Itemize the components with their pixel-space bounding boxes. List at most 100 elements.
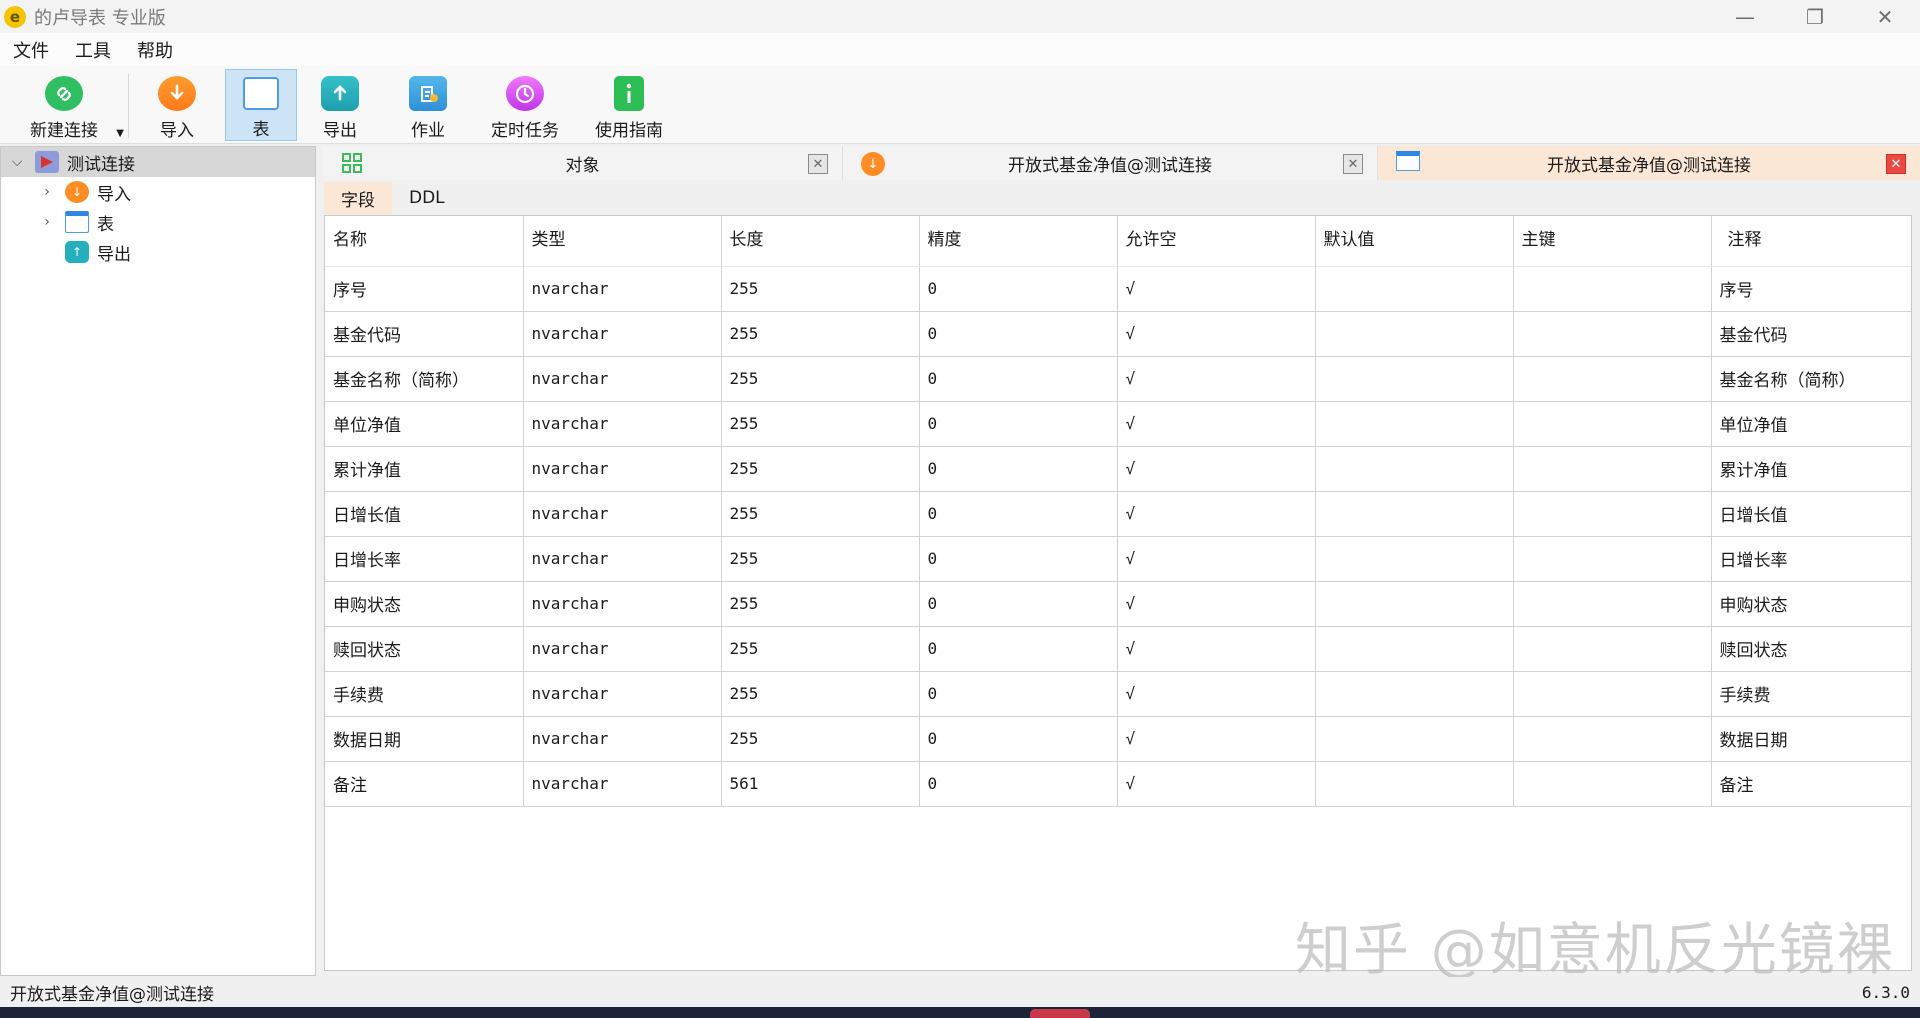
table-row[interactable]: 累计净值 nvarchar 255 0 √ 累计净值 bbox=[325, 446, 1911, 492]
tab-import-fund-nav[interactable]: ↓ 开放式基金净值@测试连接 ✕ bbox=[843, 146, 1378, 180]
cell-length[interactable]: 255 bbox=[721, 356, 920, 402]
user-guide-button[interactable]: 使用指南 bbox=[577, 69, 681, 141]
cell-type[interactable]: nvarchar bbox=[523, 446, 722, 492]
cell-length[interactable]: 255 bbox=[721, 266, 920, 312]
cell-precision[interactable]: 0 bbox=[919, 716, 1118, 762]
cell-precision[interactable]: 0 bbox=[919, 536, 1118, 582]
cell-precision[interactable]: 0 bbox=[919, 311, 1118, 357]
cell-comment[interactable]: 序号 bbox=[1711, 266, 1911, 312]
table-row[interactable]: 基金名称（简称） nvarchar 255 0 √ 基金名称（简称） bbox=[325, 356, 1911, 402]
cell-length[interactable]: 561 bbox=[721, 761, 920, 807]
cell-primary-key[interactable] bbox=[1513, 446, 1712, 492]
cell-nullable[interactable]: √ bbox=[1117, 491, 1316, 537]
cell-name[interactable]: 累计净值 bbox=[325, 446, 524, 492]
scheduled-task-button[interactable]: 定时任务 bbox=[473, 69, 577, 141]
minimize-button[interactable]: — bbox=[1710, 0, 1780, 33]
table-row[interactable]: 单位净值 nvarchar 255 0 √ 单位净值 bbox=[325, 401, 1911, 447]
dropdown-arrow-icon[interactable]: ▼ bbox=[116, 128, 124, 139]
column-header-name[interactable]: 名称 bbox=[325, 216, 524, 267]
cell-type[interactable]: nvarchar bbox=[523, 536, 722, 582]
tree-item-export[interactable]: ↑ 导出 bbox=[1, 237, 315, 267]
cell-length[interactable]: 255 bbox=[721, 401, 920, 447]
cell-nullable[interactable]: √ bbox=[1117, 401, 1316, 447]
cell-comment[interactable]: 累计净值 bbox=[1711, 446, 1911, 492]
table-row[interactable]: 申购状态 nvarchar 255 0 √ 申购状态 bbox=[325, 581, 1911, 627]
cell-length[interactable]: 255 bbox=[721, 671, 920, 717]
cell-primary-key[interactable] bbox=[1513, 266, 1712, 312]
cell-type[interactable]: nvarchar bbox=[523, 671, 722, 717]
cell-precision[interactable]: 0 bbox=[919, 671, 1118, 717]
cell-length[interactable]: 255 bbox=[721, 446, 920, 492]
tree-item-import[interactable]: › ↓ 导入 bbox=[1, 177, 315, 207]
cell-nullable[interactable]: √ bbox=[1117, 356, 1316, 402]
cell-type[interactable]: nvarchar bbox=[523, 266, 722, 312]
cell-primary-key[interactable] bbox=[1513, 581, 1712, 627]
cell-length[interactable]: 255 bbox=[721, 581, 920, 627]
cell-primary-key[interactable] bbox=[1513, 716, 1712, 762]
cell-name[interactable]: 基金名称（简称） bbox=[325, 356, 524, 402]
tab-fields[interactable]: 字段 bbox=[324, 182, 392, 214]
menu-help[interactable]: 帮助 bbox=[124, 37, 186, 63]
cell-default[interactable] bbox=[1315, 401, 1514, 447]
column-header-length[interactable]: 长度 bbox=[721, 216, 920, 267]
cell-type[interactable]: nvarchar bbox=[523, 626, 722, 672]
cell-nullable[interactable]: √ bbox=[1117, 266, 1316, 312]
cell-primary-key[interactable] bbox=[1513, 536, 1712, 582]
cell-comment[interactable]: 备注 bbox=[1711, 761, 1911, 807]
cell-comment[interactable]: 手续费 bbox=[1711, 671, 1911, 717]
import-button[interactable]: 导入 bbox=[129, 69, 225, 141]
table-button[interactable]: 表 bbox=[225, 69, 297, 141]
cell-default[interactable] bbox=[1315, 671, 1514, 717]
cell-length[interactable]: 255 bbox=[721, 716, 920, 762]
cell-default[interactable] bbox=[1315, 716, 1514, 762]
table-row[interactable]: 备注 nvarchar 561 0 √ 备注 bbox=[325, 761, 1911, 807]
cell-precision[interactable]: 0 bbox=[919, 401, 1118, 447]
cell-nullable[interactable]: √ bbox=[1117, 311, 1316, 357]
menu-tools[interactable]: 工具 bbox=[62, 37, 124, 63]
cell-length[interactable]: 255 bbox=[721, 536, 920, 582]
column-header-default[interactable]: 默认值 bbox=[1315, 216, 1514, 267]
tab-ddl[interactable]: DDL bbox=[392, 182, 462, 214]
cell-type[interactable]: nvarchar bbox=[523, 311, 722, 357]
cell-comment[interactable]: 数据日期 bbox=[1711, 716, 1911, 762]
cell-precision[interactable]: 0 bbox=[919, 356, 1118, 402]
cell-precision[interactable]: 0 bbox=[919, 446, 1118, 492]
cell-precision[interactable]: 0 bbox=[919, 581, 1118, 627]
cell-default[interactable] bbox=[1315, 626, 1514, 672]
cell-nullable[interactable]: √ bbox=[1117, 671, 1316, 717]
column-header-primary-key[interactable]: 主键 bbox=[1513, 216, 1712, 267]
close-tab-icon[interactable]: ✕ bbox=[1343, 154, 1363, 174]
cell-precision[interactable]: 0 bbox=[919, 491, 1118, 537]
table-row[interactable]: 手续费 nvarchar 255 0 √ 手续费 bbox=[325, 671, 1911, 717]
cell-primary-key[interactable] bbox=[1513, 761, 1712, 807]
cell-comment[interactable]: 基金名称（简称） bbox=[1711, 356, 1911, 402]
cell-name[interactable]: 赎回状态 bbox=[325, 626, 524, 672]
cell-primary-key[interactable] bbox=[1513, 356, 1712, 402]
cell-default[interactable] bbox=[1315, 446, 1514, 492]
tree-item-table[interactable]: › 表 bbox=[1, 207, 315, 237]
cell-precision[interactable]: 0 bbox=[919, 761, 1118, 807]
cell-default[interactable] bbox=[1315, 581, 1514, 627]
cell-primary-key[interactable] bbox=[1513, 401, 1712, 447]
cell-name[interactable]: 数据日期 bbox=[325, 716, 524, 762]
cell-name[interactable]: 单位净值 bbox=[325, 401, 524, 447]
cell-precision[interactable]: 0 bbox=[919, 626, 1118, 672]
table-row[interactable]: 日增长值 nvarchar 255 0 √ 日增长值 bbox=[325, 491, 1911, 537]
close-window-button[interactable]: ✕ bbox=[1850, 0, 1920, 33]
cell-comment[interactable]: 申购状态 bbox=[1711, 581, 1911, 627]
cell-default[interactable] bbox=[1315, 536, 1514, 582]
cell-nullable[interactable]: √ bbox=[1117, 626, 1316, 672]
tab-objects[interactable]: 对象 ✕ bbox=[323, 146, 843, 180]
cell-type[interactable]: nvarchar bbox=[523, 401, 722, 447]
tree-item-test-connection[interactable]: ⌵ 测试连接 bbox=[1, 147, 315, 177]
column-header-comment[interactable]: 注释 bbox=[1711, 216, 1911, 267]
cell-comment[interactable]: 日增长值 bbox=[1711, 491, 1911, 537]
cell-primary-key[interactable] bbox=[1513, 491, 1712, 537]
expand-chevron-icon[interactable]: › bbox=[37, 214, 57, 230]
menu-file[interactable]: 文件 bbox=[0, 37, 62, 63]
expand-chevron-icon[interactable]: › bbox=[37, 184, 57, 200]
cell-length[interactable]: 255 bbox=[721, 491, 920, 537]
new-connection-button[interactable]: 新建连接 ▼ bbox=[0, 69, 128, 141]
cell-nullable[interactable]: √ bbox=[1117, 581, 1316, 627]
cell-name[interactable]: 手续费 bbox=[325, 671, 524, 717]
